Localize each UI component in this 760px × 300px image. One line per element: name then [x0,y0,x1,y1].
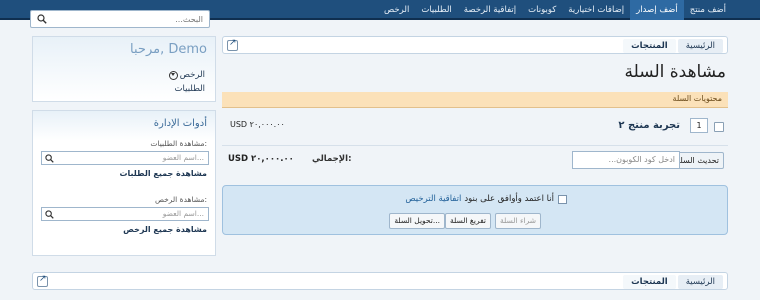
item-price: USD ٢٠,٠٠٠.٠٠ [230,120,285,129]
nav-item-add-version[interactable]: أضف إصدار [630,0,684,20]
view-all-licenses-link[interactable]: مشاهدة جميع الرخص [123,225,207,234]
nav-item-add-product[interactable]: أضف منتج [684,0,732,20]
admin-tools-panel: أدوات الإدارة مشاهدة الطلبيات: اسم العضو… [32,110,216,256]
search-box [30,10,210,28]
orders-search-placeholder: اسم العضو... [162,153,204,162]
divider [222,145,728,146]
welcome-licenses-label: الرخص [179,70,205,80]
licenses-search-placeholder: اسم العضو... [162,209,204,218]
breadcrumb-products[interactable]: المنتجات [623,275,676,289]
breadcrumb: الرئيسية المنتجات [222,36,728,54]
view-all-orders-link[interactable]: مشاهدة جميع الطلبات [119,169,207,178]
nav-item-coupons[interactable]: كوبونات [522,0,562,20]
chevron-down-icon[interactable] [168,70,178,80]
main-nav: أضف منتج أضف إصدار إضافات اختيارية كوبون… [378,0,732,20]
page-title: مشاهدة السلة [624,62,726,82]
buy-cart-button[interactable]: شراء السلة [495,213,541,229]
agree-row: أنا اعتمد وأوافق على بنود اتفاقية الترخي… [405,194,567,204]
breadcrumb-home[interactable]: الرئيسية [677,275,723,289]
search-icon[interactable] [37,14,47,24]
nav-item-licenses[interactable]: الرخص [378,0,415,20]
agree-text: أنا اعتمد وأوافق على بنود [464,194,554,204]
breadcrumb-bottom: الرئيسية المنتجات [32,272,728,290]
orders-search-label: مشاهدة الطلبيات: [150,139,207,148]
search-input[interactable] [53,11,203,27]
total-label: الإجمالي: [312,154,352,164]
item-checkbox[interactable] [714,122,724,132]
coupon-input[interactable]: ادخل كود الكوبون... [572,151,680,169]
agree-checkbox[interactable] [558,194,567,204]
licenses-member-search[interactable]: اسم العضو... [41,207,209,221]
welcome-licenses-link[interactable]: الرخص [168,70,205,80]
breadcrumb-products[interactable]: المنتجات [623,39,676,53]
cart-contents-header: محتويات السلة [222,92,728,108]
item-name-link[interactable]: تجربة منتج ٢ [618,120,680,131]
quantity-input[interactable]: 1 [690,118,708,133]
jump-icon[interactable] [227,38,238,51]
licenses-search-label: مشاهدة الرخص: [154,195,207,204]
license-agreement-link[interactable]: اتفاقية الترخيص [405,194,461,204]
checkout-box: أنا اعتمد وأوافق على بنود اتفاقية الترخي… [222,185,728,235]
admin-tools-title: أدوات الإدارة [153,118,207,129]
breadcrumb-home[interactable]: الرئيسية [677,39,723,53]
jump-icon[interactable] [37,274,48,287]
nav-item-optional-addons[interactable]: إضافات اختيارية [562,0,630,20]
nav-item-license-agreement[interactable]: إتفاقية الرخصة [458,0,522,20]
search-icon[interactable] [45,154,54,163]
welcome-title: مرحبا, Demo [130,42,207,57]
orders-member-search[interactable]: اسم العضو... [41,151,209,165]
nav-item-orders[interactable]: الطلبيات [415,0,457,20]
search-icon[interactable] [45,210,54,219]
welcome-panel: مرحبا, Demo الرخص الطلبيات [32,36,216,102]
transfer-cart-button[interactable]: تحويل السلة... [389,213,445,229]
empty-cart-button[interactable]: تفريغ السلة [444,213,491,229]
total-value: USD ٢٠,٠٠٠.٠٠ [228,154,294,164]
welcome-orders-link[interactable]: الطلبيات [175,84,205,94]
cart-contents-label: محتويات السلة [672,94,722,103]
